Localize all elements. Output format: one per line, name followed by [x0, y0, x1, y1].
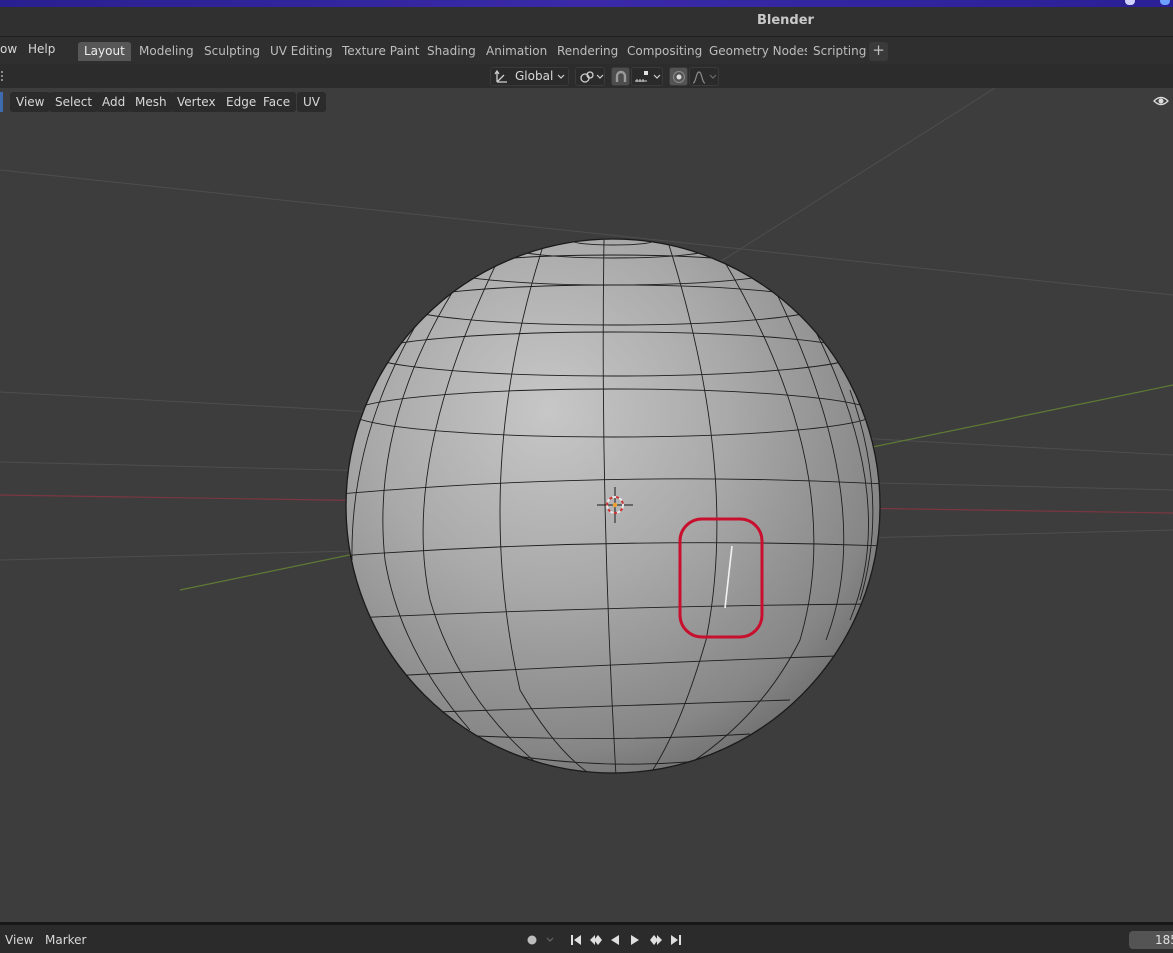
- vp-menu-mesh[interactable]: Mesh: [129, 92, 173, 112]
- window-title: Blender: [757, 13, 814, 28]
- pivot-link-icon: [580, 71, 594, 83]
- tab-texture-paint[interactable]: Texture Paint: [336, 42, 426, 61]
- tab-layout[interactable]: Layout: [78, 42, 131, 61]
- tab-modeling[interactable]: Modeling: [133, 42, 200, 61]
- chevron-down-icon: [653, 74, 661, 79]
- viewport-tool-header: Global: [0, 64, 1173, 88]
- visibility-eye-icon[interactable]: [1153, 93, 1169, 109]
- auto-keying-toggle[interactable]: [522, 931, 560, 949]
- os-top-strip: [0, 0, 1173, 7]
- jump-next-keyframe-button[interactable]: [646, 931, 665, 949]
- tab-compositing[interactable]: Compositing: [621, 42, 709, 61]
- snap-target-dropdown[interactable]: [631, 67, 663, 86]
- tab-sculpting[interactable]: Sculpting: [198, 42, 267, 61]
- editor-type-icon[interactable]: [0, 92, 3, 112]
- window-titlebar: Blender: [0, 7, 1173, 37]
- proportional-edit-icon: [673, 71, 685, 83]
- 3d-viewport[interactable]: View Select Add Mesh Vertex Edge Face UV: [0, 88, 1173, 922]
- jump-to-end-button[interactable]: [667, 931, 686, 949]
- vp-menu-add[interactable]: Add: [96, 92, 132, 112]
- current-frame-field[interactable]: 185: [1129, 931, 1173, 949]
- tab-scripting[interactable]: Scripting: [807, 42, 873, 61]
- jump-to-start-button[interactable]: [567, 931, 586, 949]
- vp-menu-select[interactable]: Select: [49, 92, 99, 112]
- orientation-label: Global: [515, 69, 554, 83]
- timeline-header: View Marker 185: [0, 922, 1173, 953]
- timeline-menu-view[interactable]: View: [5, 933, 33, 947]
- tab-uv-editing[interactable]: UV Editing: [264, 42, 339, 61]
- chevron-down-icon: [709, 74, 717, 79]
- menu-help[interactable]: Help: [28, 42, 55, 56]
- chevron-down-icon: [596, 74, 604, 79]
- menu-window[interactable]: ow: [0, 42, 17, 56]
- proportional-edit-toggle[interactable]: [669, 67, 688, 86]
- snap-toggle[interactable]: [611, 67, 630, 86]
- falloff-curve-icon: [692, 71, 706, 84]
- magnet-icon: [615, 70, 627, 82]
- transform-orientation-dropdown[interactable]: Global: [490, 67, 569, 86]
- tab-rendering[interactable]: Rendering: [551, 42, 625, 61]
- orientation-axes-icon: [494, 69, 507, 83]
- play-reverse-button[interactable]: [606, 931, 625, 949]
- snap-increment-icon: [635, 71, 648, 82]
- tab-animation[interactable]: Animation: [480, 42, 554, 61]
- pivot-point-dropdown[interactable]: [575, 67, 605, 86]
- top-menubar: ow Help Layout Modeling Sculpting UV Edi…: [0, 37, 1173, 64]
- vp-menu-vertex[interactable]: Vertex: [171, 92, 222, 112]
- jump-prev-keyframe-button[interactable]: [586, 931, 605, 949]
- viewport-scene[interactable]: [0, 88, 1173, 922]
- tab-geometry-nodes[interactable]: Geometry Nodes: [703, 42, 817, 61]
- add-workspace-button[interactable]: +: [869, 42, 888, 61]
- chevron-down-icon: [557, 74, 565, 79]
- vp-menu-face[interactable]: Face: [257, 92, 297, 112]
- vp-menu-view[interactable]: View: [10, 92, 51, 112]
- drag-handle-icon[interactable]: [0, 68, 4, 84]
- timeline-menu-marker[interactable]: Marker: [45, 933, 86, 947]
- play-button[interactable]: [626, 931, 645, 949]
- system-indicator-icon: [1125, 0, 1135, 5]
- proportional-falloff-dropdown[interactable]: [689, 67, 719, 86]
- vp-menu-edge[interactable]: Edge: [220, 92, 263, 112]
- system-indicator-icon: [1160, 0, 1170, 5]
- tab-shading[interactable]: Shading: [421, 42, 482, 61]
- uv-sphere-mesh[interactable]: [345, 238, 881, 774]
- vp-menu-uv[interactable]: UV: [297, 92, 326, 112]
